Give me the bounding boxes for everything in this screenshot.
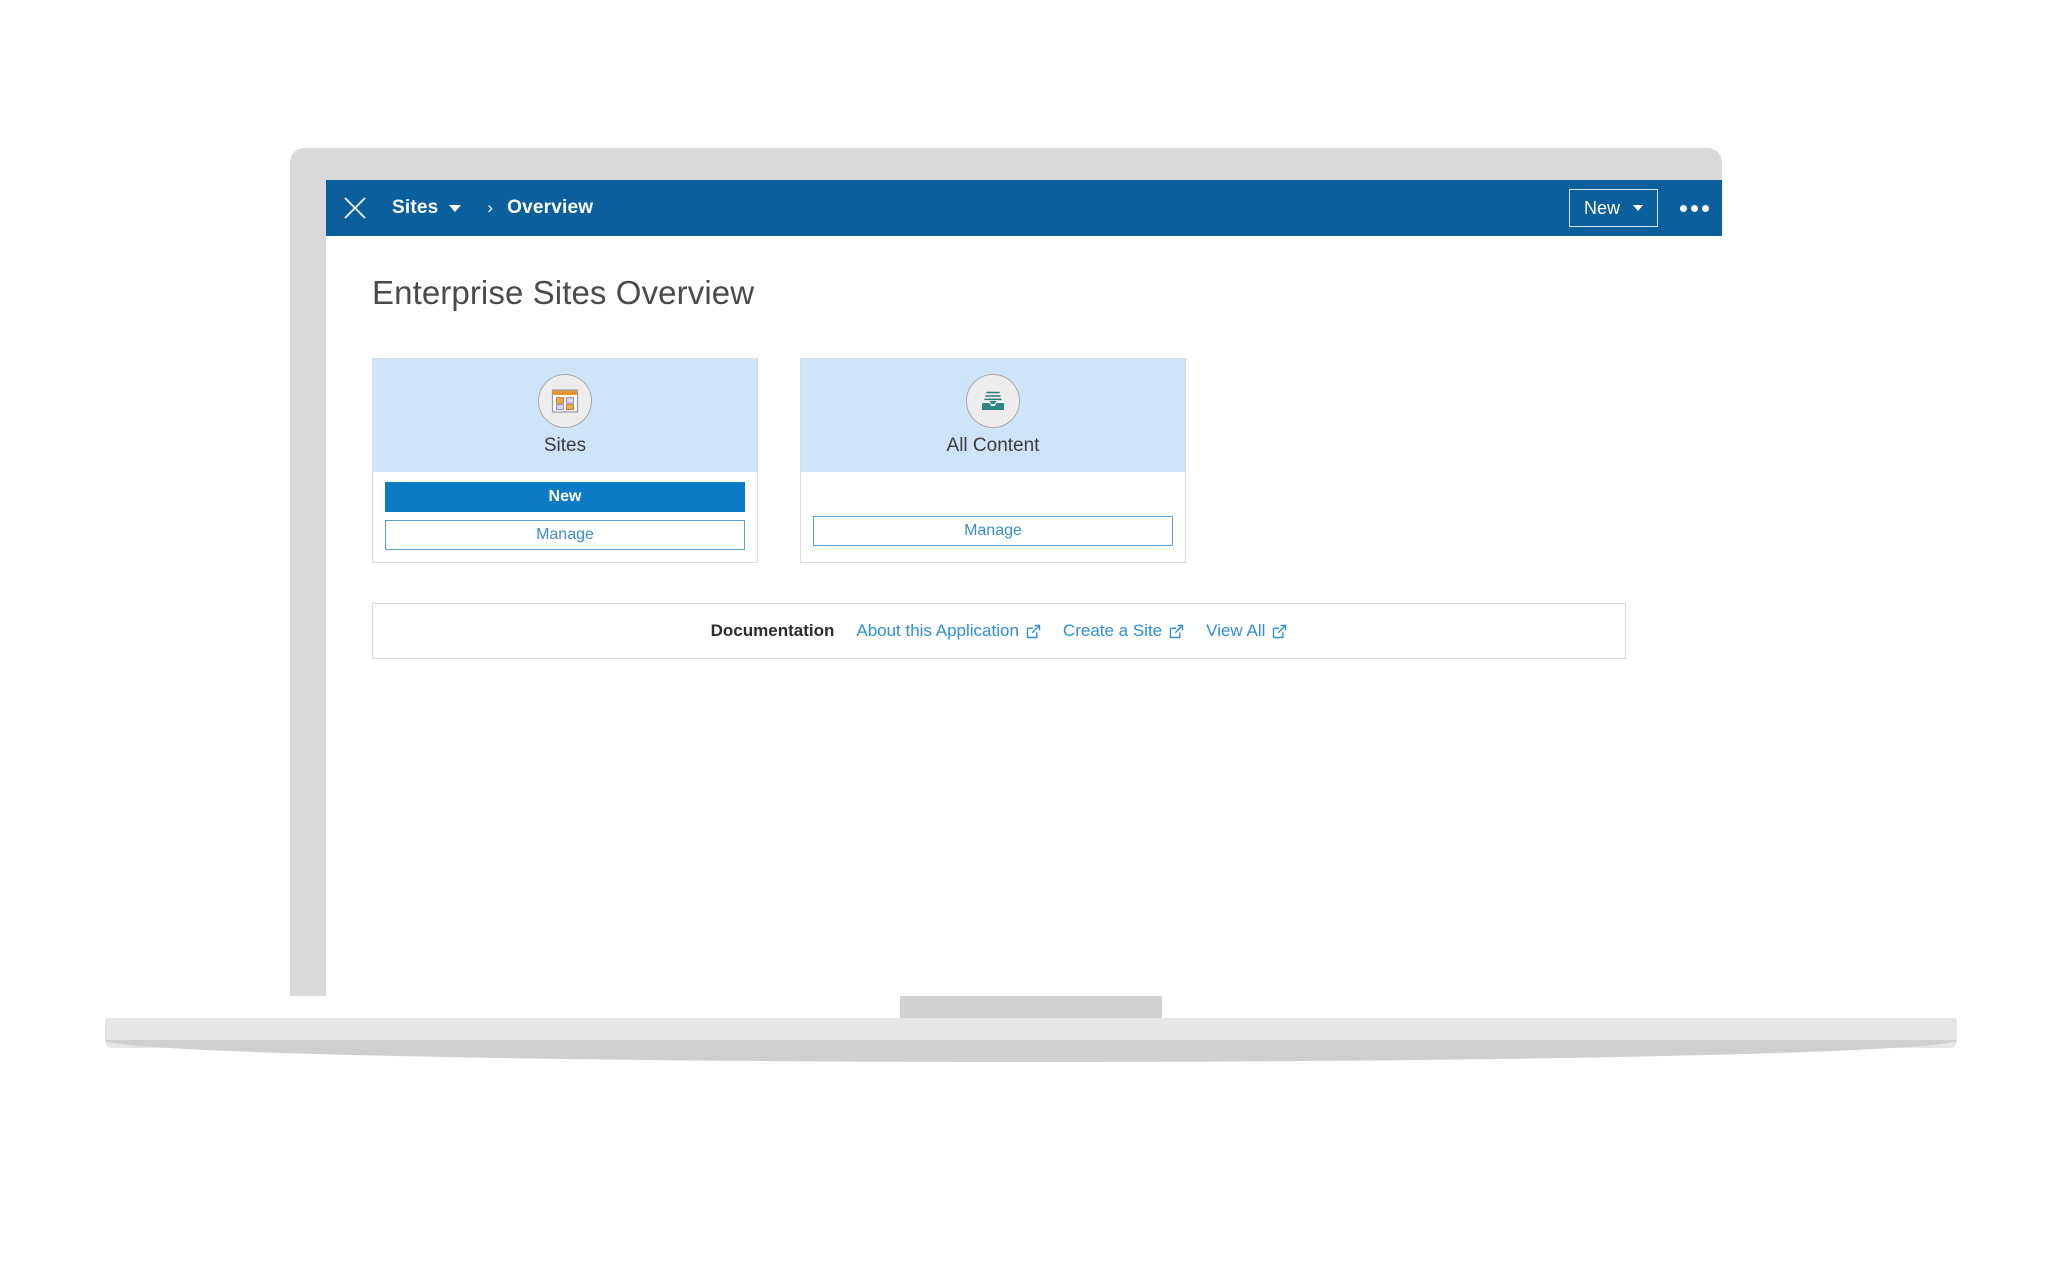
- sites-grid-icon: [538, 374, 592, 428]
- documentation-bar: Documentation About this Application Cre…: [372, 603, 1626, 659]
- ellipsis-icon: [1701, 204, 1709, 212]
- ellipsis-icon: [1679, 204, 1687, 212]
- doc-link-create-a-site[interactable]: Create a Site: [1063, 621, 1184, 641]
- chevron-down-icon: [1633, 205, 1643, 211]
- app-header: Sites › Overview New: [326, 180, 1722, 236]
- card-sites: Sites New Manage: [372, 358, 758, 563]
- cards-row: Sites New Manage All Content Manage: [372, 358, 1722, 563]
- all-content-manage-button[interactable]: Manage: [813, 516, 1173, 546]
- new-button[interactable]: New: [1568, 189, 1658, 227]
- breadcrumb-item-sites[interactable]: Sites: [392, 197, 438, 219]
- breadcrumb-separator: ›: [487, 198, 494, 217]
- laptop-base-lip: [105, 1040, 1957, 1062]
- external-link-icon: [1272, 624, 1287, 639]
- breadcrumb: Sites › Overview: [392, 197, 593, 219]
- doc-link-label: Create a Site: [1062, 621, 1163, 640]
- doc-link-label: About this Application: [856, 621, 1019, 640]
- external-link-icon: [1026, 624, 1041, 639]
- overflow-menu-button[interactable]: [1672, 186, 1716, 230]
- breadcrumb-dropdown-caret-icon[interactable]: [449, 204, 462, 212]
- card-header: Sites: [373, 359, 757, 472]
- doc-link-about-this-application[interactable]: About this Application: [856, 621, 1041, 641]
- sites-manage-button[interactable]: Manage: [385, 520, 745, 550]
- card-all-content: All Content Manage: [800, 358, 1186, 563]
- new-button-label: New: [1583, 197, 1620, 218]
- sites-new-button[interactable]: New: [385, 482, 745, 512]
- card-title: All Content: [946, 435, 1040, 456]
- external-link-icon: [1169, 624, 1184, 639]
- card-actions: New Manage: [373, 472, 757, 562]
- card-header: All Content: [801, 359, 1185, 472]
- laptop-mockup: Sites › Overview New Enterprise Sites Ov: [0, 0, 2062, 1278]
- documentation-label: Documentation: [710, 621, 835, 640]
- doc-link-label: View All: [1206, 621, 1266, 640]
- doc-link-view-all[interactable]: View All: [1206, 621, 1287, 641]
- close-icon: [342, 195, 368, 221]
- page-title: Enterprise Sites Overview: [372, 274, 755, 311]
- close-button[interactable]: [326, 180, 384, 236]
- inbox-tray-icon: [966, 374, 1020, 428]
- breadcrumb-item-overview: Overview: [507, 197, 594, 218]
- header-actions: New: [1568, 186, 1716, 230]
- card-title: Sites: [543, 435, 587, 456]
- page-body: Enterprise Sites Overview Sites New Mana…: [326, 236, 1722, 996]
- laptop-screen: Sites › Overview New Enterprise Sites Ov: [326, 180, 1722, 996]
- ellipsis-icon: [1690, 204, 1698, 212]
- card-actions: Manage: [801, 472, 1185, 558]
